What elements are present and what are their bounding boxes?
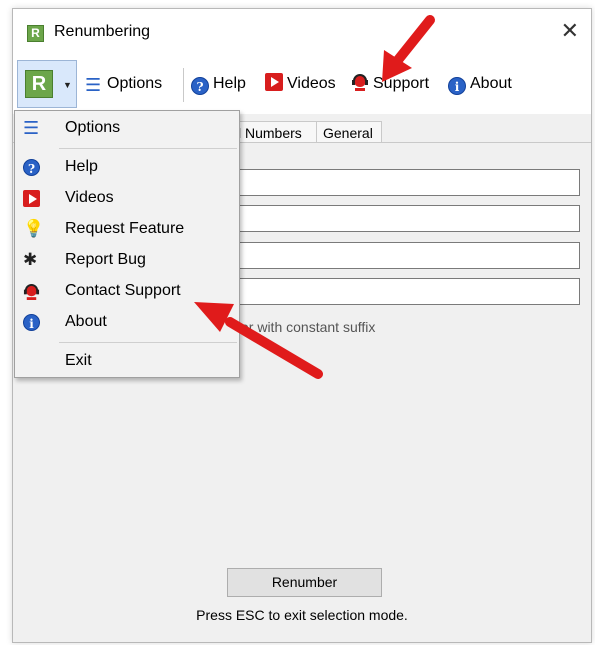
app-logo-icon: R	[25, 70, 53, 98]
videos-label: Videos	[287, 75, 336, 92]
help-button[interactable]: ? Help	[191, 72, 246, 96]
list-icon: ☰	[23, 118, 40, 139]
help-icon: ?	[191, 77, 209, 95]
support-headset-icon	[23, 284, 40, 300]
menu-item-label: Videos	[65, 189, 114, 206]
video-icon	[23, 190, 40, 207]
menu-item-report-bug[interactable]: ✱ Report Bug	[15, 247, 239, 275]
menu-item-label: About	[65, 313, 107, 330]
menu-separator	[59, 148, 237, 149]
window-title: Renumbering	[54, 23, 151, 40]
videos-button[interactable]: Videos	[265, 72, 336, 96]
annotation-arrow-support	[382, 15, 435, 82]
options-button[interactable]: ☰ Options	[85, 72, 162, 96]
menu-item-label: Options	[65, 119, 121, 136]
app-icon: R	[27, 25, 44, 42]
list-icon: ☰	[85, 75, 102, 96]
title-bar: R Renumbering ✕	[13, 9, 591, 54]
menu-item-label: Exit	[65, 352, 92, 369]
menu-item-label: Report Bug	[65, 251, 146, 268]
menu-item-request-feature[interactable]: 💡 Request Feature	[15, 216, 239, 244]
menu-item-label: Request Feature	[65, 220, 185, 237]
about-button[interactable]: i About	[448, 72, 512, 96]
bug-icon: ✱	[23, 250, 38, 270]
tab-general[interactable]: General	[316, 121, 382, 143]
help-label: Help	[213, 75, 246, 92]
menu-item-options[interactable]: ☰ Options	[15, 115, 239, 143]
text-field-1[interactable]	[235, 169, 580, 196]
app-menu-button[interactable]: R ▼	[17, 60, 77, 108]
lightbulb-icon: 💡	[23, 219, 45, 239]
menu-item-label: Help	[65, 158, 98, 175]
video-icon	[265, 73, 283, 91]
menu-item-videos[interactable]: Videos	[15, 185, 239, 213]
renumber-button[interactable]: Renumber	[227, 568, 382, 597]
annotation-arrow-contact-support	[194, 302, 323, 379]
close-icon[interactable]: ✕	[561, 18, 579, 44]
menu-item-label: Contact Support	[65, 282, 181, 299]
options-label: Options	[107, 75, 163, 92]
info-icon: i	[23, 314, 40, 331]
toolbar: R ▼ ☰ Options ? Help Videos Support i About	[13, 54, 591, 114]
toolbar-separator	[183, 68, 184, 102]
chevron-down-icon: ▼	[63, 80, 72, 90]
info-icon: i	[448, 77, 466, 95]
text-field-3[interactable]	[235, 242, 580, 269]
text-field-2[interactable]	[235, 205, 580, 232]
menu-item-help[interactable]: ? Help	[15, 154, 239, 182]
help-icon: ?	[23, 159, 40, 176]
tab-numbers[interactable]: l Numbers	[231, 121, 317, 143]
about-label: About	[470, 75, 512, 92]
status-text: Press ESC to exit selection mode.	[196, 607, 408, 623]
support-headset-icon	[352, 74, 368, 91]
